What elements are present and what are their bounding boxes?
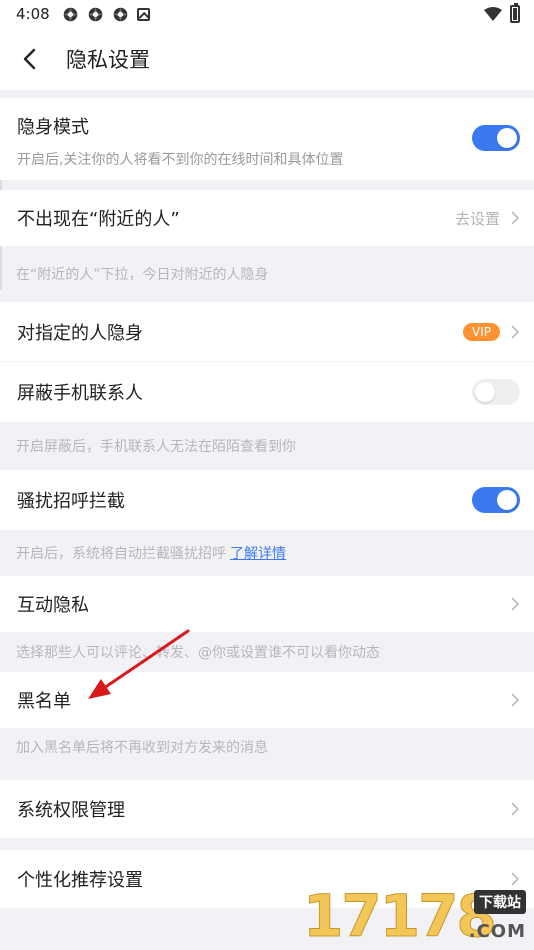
wifi-icon	[484, 7, 502, 21]
interaction-privacy-row[interactable]: 互动隐私	[0, 576, 534, 632]
notification-icons	[62, 6, 158, 23]
chevron-right-icon	[511, 872, 520, 886]
watermark-domain: .COM	[468, 921, 526, 942]
page-title: 隐私设置	[66, 48, 150, 72]
watermark-digits: 17178	[303, 882, 498, 950]
personalized-title: 个性化推荐设置	[17, 870, 143, 891]
invisible-mode-title: 隐身模式	[17, 117, 89, 138]
chevron-right-icon	[511, 324, 520, 339]
block-contacts-row[interactable]: 屏蔽手机联系人	[0, 362, 534, 422]
blacklist-note-text: 加入黑名单后将不再收到对方发来的消息	[16, 740, 268, 756]
toggle-knob	[497, 490, 517, 510]
harassment-note-text: 开启后，系统将自动拦截骚扰招呼	[16, 546, 226, 562]
nearby-note-text: 在“附近的人”下拉，今日对附近的人隐身	[16, 267, 269, 283]
interaction-privacy-note-text: 选择那些人可以评论、转发、@你或设置谁不可以看你动态	[16, 645, 380, 661]
status-bar: 4:08	[0, 0, 534, 28]
app-badge-icon	[136, 7, 150, 21]
app-notification-icon	[112, 6, 129, 23]
vip-badge: VIP	[463, 322, 500, 341]
page-header: 隐私设置	[0, 28, 534, 90]
toggle-knob	[497, 128, 517, 148]
nearby-note: 在“附近的人”下拉，今日对附近的人隐身	[0, 246, 534, 302]
chevron-left-icon	[23, 48, 36, 70]
nearby-title: 不出现在“附近的人”	[17, 209, 180, 230]
back-button[interactable]	[0, 28, 60, 90]
block-contacts-title: 屏蔽手机联系人	[17, 383, 143, 404]
system-permissions-title: 系统权限管理	[17, 800, 125, 821]
invisible-mode-toggle[interactable]	[472, 125, 520, 151]
harassment-row[interactable]: 骚扰招呼拦截	[0, 470, 534, 530]
invisible-mode-text: 隐身模式 开启后,关注你的人将看不到你的在线时间和具体位置	[17, 113, 343, 169]
interaction-privacy-title: 互动隐私	[17, 595, 89, 616]
app-notification-icon	[62, 6, 79, 23]
status-time: 4:08	[16, 5, 50, 23]
blacklist-title: 黑名单	[17, 691, 71, 712]
harassment-note: 开启后，系统将自动拦截骚扰招呼 了解详情	[0, 530, 534, 576]
watermark-top: 下载站	[474, 890, 526, 914]
app-notification-icon	[87, 6, 104, 23]
blacklist-row[interactable]: 黑名单	[0, 672, 534, 728]
chevron-right-icon	[511, 802, 520, 816]
harassment-title: 骚扰招呼拦截	[17, 491, 125, 512]
system-permissions-row[interactable]: 系统权限管理	[0, 780, 534, 838]
system-icons	[484, 3, 520, 23]
chevron-right-icon	[511, 693, 520, 707]
block-contacts-note: 开启屏蔽后，手机联系人无法在陌陌查看到你	[0, 422, 534, 470]
hide-from-specific-title: 对指定的人隐身	[17, 322, 143, 344]
nearby-row[interactable]: 不出现在“附近的人” 去设置	[0, 190, 534, 246]
nearby-action[interactable]: 去设置	[455, 208, 500, 229]
harassment-toggle[interactable]	[472, 487, 520, 513]
invisible-mode-row[interactable]: 隐身模式 开启后,关注你的人将看不到你的在线时间和具体位置	[0, 98, 534, 180]
battery-icon	[510, 3, 520, 23]
blacklist-note: 加入黑名单后将不再收到对方发来的消息	[0, 728, 534, 766]
invisible-mode-subtitle: 开启后,关注你的人将看不到你的在线时间和具体位置	[17, 152, 344, 168]
block-contacts-toggle[interactable]	[472, 379, 520, 405]
chevron-right-icon	[511, 597, 520, 611]
interaction-privacy-note: 选择那些人可以评论、转发、@你或设置谁不可以看你动态	[0, 632, 534, 672]
toggle-knob	[475, 382, 495, 402]
block-contacts-note-text: 开启屏蔽后，手机联系人无法在陌陌查看到你	[16, 439, 296, 455]
watermark-logo: 17178 下载站 .COM	[303, 882, 528, 950]
hide-from-specific-row[interactable]: 对指定的人隐身 VIP	[0, 302, 534, 362]
chevron-right-icon	[511, 211, 520, 225]
learn-more-link[interactable]: 了解详情	[230, 543, 286, 563]
